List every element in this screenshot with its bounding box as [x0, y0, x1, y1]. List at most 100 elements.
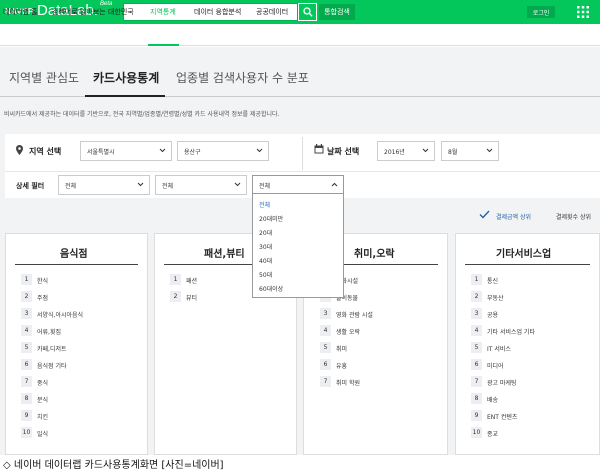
rank-number: 2 — [21, 291, 32, 302]
nav-item-region-stats[interactable]: 지역통계 — [150, 7, 176, 17]
rank-item[interactable]: 미디어 — [487, 361, 504, 370]
rank-number: 8 — [21, 393, 32, 404]
rank-number: 4 — [471, 325, 482, 336]
rank-number: 3 — [471, 308, 482, 319]
login-button[interactable]: 로그인 — [527, 6, 555, 18]
rank-item[interactable]: 음식점 기타 — [37, 361, 67, 370]
location-pin-icon — [16, 145, 23, 155]
dropdown-option[interactable]: 20대미만 — [259, 214, 283, 223]
nav-item-home[interactable]: 데이터랩 홈 — [3, 7, 37, 17]
dropdown-option[interactable]: 50대 — [259, 270, 272, 279]
district-select[interactable]: 용산구 — [177, 141, 269, 161]
tab-region-interest[interactable]: 지역별 관심도 — [9, 69, 79, 86]
sort-amount-option[interactable]: 결제금액 상위 — [496, 212, 531, 221]
tab-active-indicator — [85, 95, 165, 97]
age-filter-value: 전체 — [259, 182, 271, 190]
rank-number: 10 — [471, 427, 482, 438]
rank-number: 6 — [21, 359, 32, 370]
chevron-down-icon — [159, 148, 166, 153]
year-select-value: 2016년 — [384, 148, 405, 156]
card-rule-services — [465, 264, 590, 265]
month-select-value: 8월 — [448, 148, 458, 156]
rank-item[interactable]: 패션 — [186, 276, 197, 285]
card-title-hobby: 취미,오락 — [354, 249, 395, 260]
city-select[interactable]: 서울특별시 — [80, 141, 172, 161]
rank-item[interactable]: 기타 서비스업 기타 — [487, 327, 535, 336]
rank-item[interactable]: 영화 관람 시설 — [336, 310, 373, 319]
rank-item[interactable]: 광고 마케팅 — [487, 378, 517, 387]
rank-number: 8 — [471, 393, 482, 404]
age-filter-select[interactable]: 전체 — [252, 175, 344, 195]
chevron-up-icon — [331, 182, 338, 187]
year-select[interactable]: 2016년 — [377, 141, 435, 161]
rank-item[interactable]: 분식 — [37, 395, 48, 404]
industry-filter-select[interactable]: 전체 — [58, 175, 150, 195]
card-title-food: 음식점 — [60, 249, 88, 260]
rank-item[interactable]: 종교 — [487, 429, 498, 438]
region-select-label: 지역 선택 — [29, 147, 62, 156]
rank-number: 4 — [320, 325, 331, 336]
rank-item[interactable]: 취미 — [336, 344, 347, 353]
rank-item[interactable]: 일식 — [37, 429, 48, 438]
rank-number: 10 — [21, 427, 32, 438]
rank-item[interactable]: 어류,횟집 — [37, 327, 61, 336]
tab-industry-users[interactable]: 업종별 검색사용자 수 분포 — [176, 69, 309, 86]
city-select-value: 서울특별시 — [87, 148, 115, 156]
nav-active-indicator — [148, 44, 179, 46]
rank-number: 3 — [21, 308, 32, 319]
rank-number: 5 — [320, 342, 331, 353]
rank-number: 5 — [471, 342, 482, 353]
rank-item[interactable]: 중식 — [37, 378, 48, 387]
rank-item[interactable]: ENT 컨텐츠 — [487, 412, 517, 421]
district-select-value: 용산구 — [184, 148, 201, 156]
nav-item-search-korea[interactable]: 검색어로 알아보는 대한민국 — [52, 7, 134, 17]
filter-divider — [302, 137, 303, 170]
rank-number: 1 — [21, 274, 32, 285]
chevron-down-icon — [486, 148, 493, 153]
rank-item[interactable]: 주점 — [37, 293, 48, 302]
rank-item[interactable]: 공용 — [487, 310, 498, 319]
rank-item[interactable]: 배송 — [487, 395, 498, 404]
nav-item-public-data[interactable]: 공공데이터 — [256, 7, 288, 17]
dropdown-option[interactable]: 40대 — [259, 256, 272, 265]
month-select[interactable]: 8월 — [441, 141, 499, 161]
tab-card-stats[interactable]: 카드사용통계 — [93, 69, 159, 86]
dropdown-option[interactable]: 전체 — [259, 200, 270, 209]
grid-icon[interactable] — [577, 6, 589, 18]
sort-count-option[interactable]: 결제횟수 상위 — [556, 212, 591, 221]
rank-number: 1 — [471, 274, 482, 285]
rank-item[interactable]: 뷰티 — [186, 293, 197, 302]
search-icon — [302, 7, 313, 17]
dropdown-option[interactable]: 20대 — [259, 228, 272, 237]
dropdown-option[interactable]: 60대이상 — [259, 284, 283, 293]
rank-item[interactable]: IT 서비스 — [487, 344, 511, 353]
rank-number: 9 — [471, 410, 482, 421]
total-search-button[interactable]: 통합검색 — [319, 4, 355, 20]
search-button[interactable] — [298, 3, 317, 21]
rank-item[interactable]: 부동산 — [487, 293, 504, 302]
card-rule-food — [15, 264, 138, 265]
rank-item[interactable]: 취미 학원 — [336, 378, 360, 387]
rank-item[interactable]: 통신 — [487, 276, 498, 285]
gender-filter-select[interactable]: 전체 — [155, 175, 247, 195]
rank-item[interactable]: 서양식,아시아음식 — [37, 310, 83, 319]
rank-number: 9 — [21, 410, 32, 421]
age-dropdown-menu: 전체 20대미만 20대 30대 40대 50대 60대이상 — [252, 193, 344, 298]
rank-item[interactable]: 한식 — [37, 276, 48, 285]
rank-number: 1 — [170, 274, 181, 285]
rank-item[interactable]: 치킨 — [37, 412, 48, 421]
rank-number: 3 — [320, 308, 331, 319]
photo-caption: ◇ 네이버 데이터랩 카드사용통계화면 [사진=네이버] — [3, 460, 224, 471]
nav-bar — [0, 24, 600, 46]
rank-number: 7 — [320, 376, 331, 387]
detail-filter-label: 상세 필터 — [16, 182, 45, 190]
rank-item[interactable]: 카페,디저트 — [37, 344, 67, 353]
gender-filter-value: 전체 — [162, 182, 174, 190]
chevron-down-icon — [422, 148, 429, 153]
rank-item[interactable]: 유흥 — [336, 361, 347, 370]
nav-item-fusion-analysis[interactable]: 데이터 융합분석 — [194, 7, 241, 17]
rank-number: 2 — [170, 291, 181, 302]
rank-item[interactable]: 생활 오락 — [336, 327, 360, 336]
dropdown-option[interactable]: 30대 — [259, 242, 272, 251]
rank-number: 5 — [21, 342, 32, 353]
